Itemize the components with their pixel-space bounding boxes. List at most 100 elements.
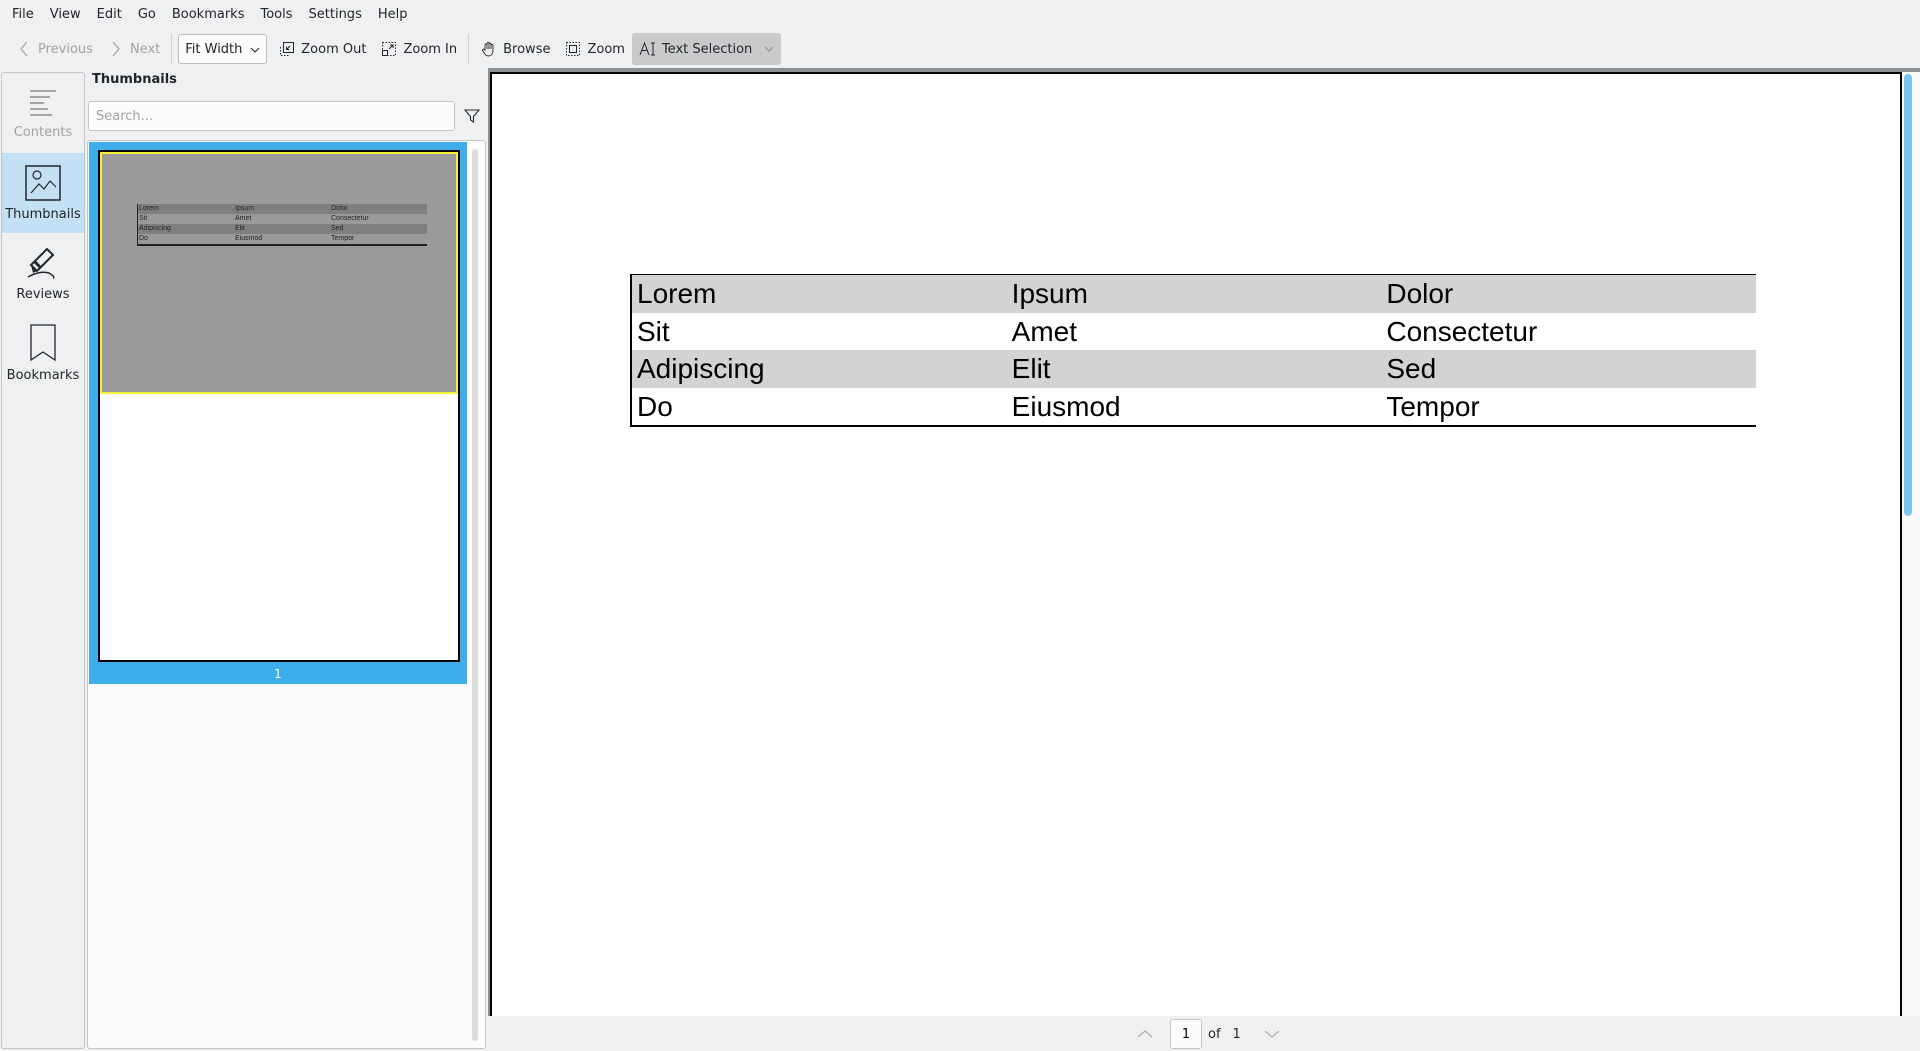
thumbnail-table-row: Adipiscing Elit Sed [138,224,427,234]
next-button[interactable]: Next [100,33,167,65]
thumbnail-search-input[interactable] [88,101,455,131]
hand-icon [480,40,498,58]
chevron-left-icon [15,40,33,58]
zoom-tool-button[interactable]: Zoom [557,33,631,65]
chevron-up-icon [1137,1030,1153,1038]
table-cell: Sit [637,315,670,347]
previous-page-button[interactable] [1132,1021,1158,1047]
document-viewport[interactable]: Lorem Ipsum Dolor Sit Amet Consectetur Adipi… [488,68,1920,1016]
sidebar-item-contents[interactable]: Contents [2,73,84,153]
cell: Eiusmod [235,235,263,242]
cell: Sed [331,225,344,232]
contents-icon [30,89,56,116]
table-cell: Adipiscing [637,353,765,384]
filter-icon[interactable] [464,108,480,124]
thumbnail-page-preview[interactable]: Lorem Ipsum Dolor Sit Amet Consectetur Adipi… [98,150,460,662]
table-row: Adipiscing Elit Sed [632,350,1756,388]
zoom-out-button[interactable]: Zoom Out [271,33,373,65]
chevron-down-icon [250,42,260,57]
cell: Adipiscing [139,225,171,232]
cell: Elit [235,225,245,232]
document-table: Lorem Ipsum Dolor Sit Amet Consectetur Adipi… [630,274,1756,427]
cell: Amet [235,215,252,222]
table-cell: Amet [1011,315,1078,347]
table-row: Do Eiusmod Tempor [632,388,1756,426]
menu-tools[interactable]: Tools [252,0,300,30]
thumbnail-table-row: Sit Amet Consectetur [138,214,427,224]
toolbar-separator [468,34,470,64]
cell: Sit [139,215,148,222]
visible-area-indicator[interactable]: Lorem Ipsum Dolor Sit Amet Consectetur Adipi… [100,152,458,394]
thumbnails-panel: Thumbnails Lorem Ipsum Dolor Sit Amet Consec… [86,68,486,1049]
chevron-right-icon [107,40,125,58]
text-cursor-icon [639,40,657,58]
zoom-in-button[interactable]: Zoom In [373,33,464,65]
zoom-mode-value: Fit Width [185,41,243,57]
document-page: Lorem Ipsum Dolor Sit Amet Consectetur Adipi… [490,72,1902,1016]
cell: Lorem [139,205,159,212]
table-cell: Dolor [1386,278,1454,309]
next-page-button[interactable] [1259,1021,1285,1047]
menu-bar: File View Edit Go Bookmarks Tools Settin… [0,0,1920,30]
zoom-tool-icon [564,40,582,58]
table-cell: Consectetur [1386,315,1538,347]
of-label: of [1208,1026,1221,1042]
toolbar-separator [171,34,173,64]
cell: Do [139,235,148,242]
menu-go[interactable]: Go [130,0,164,30]
menu-help[interactable]: Help [370,0,416,30]
thumbnail-page-number: 1 [274,667,282,681]
panel-title: Thumbnails [92,72,177,87]
total-pages: 1 [1232,1026,1241,1042]
sidebar-item-bookmarks[interactable]: Bookmarks [2,313,84,393]
thumbnail-table-row: Do Eiusmod Tempor [138,234,427,244]
table-cell: Elit [1011,353,1051,384]
menu-edit[interactable]: Edit [89,0,130,30]
table-cell: Tempor [1386,390,1480,422]
previous-label: Previous [38,41,93,57]
text-selection-tool-button[interactable]: Text Selection [631,33,782,65]
sidebar-item-reviews[interactable]: Reviews [2,233,84,313]
sidebar-item-label: Thumbnails [5,206,81,222]
cell: Consectetur [331,215,369,222]
text-selection-label: Text Selection [661,41,753,57]
page-number-input[interactable] [1170,1019,1202,1049]
cell: Ipsum [235,205,255,212]
main-toolbar: Previous Next Fit Width Zoom Out Zoom In… [0,30,1920,68]
table-cell: Do [637,390,673,422]
browse-tool-button[interactable]: Browse [473,33,557,65]
zoom-out-label: Zoom Out [301,41,367,57]
zoom-out-icon [278,40,296,58]
sidebar-item-label: Reviews [16,286,70,302]
bookmarks-icon [30,323,56,361]
side-panel-selector: Contents Thumbnails Reviews Bookmarks [1,72,85,1049]
zoom-in-label: Zoom In [403,41,458,57]
cell: Dolor [331,205,348,212]
document-scrollbar[interactable] [1904,74,1912,516]
table-row: Sit Amet Consectetur [632,313,1756,351]
table-cell: Sed [1386,353,1437,384]
thumbnail-scrollbar[interactable] [472,149,478,1041]
sidebar-item-label: Bookmarks [6,367,80,383]
table-row: Lorem Ipsum Dolor [632,275,1756,313]
thumbnail-table-row: Lorem Ipsum Dolor [138,204,427,214]
reviews-icon [27,247,55,279]
sidebar-item-thumbnails[interactable]: Thumbnails [2,153,84,233]
menu-file[interactable]: File [4,0,42,30]
table-cell: Lorem [637,278,717,309]
table-cell: Ipsum [1011,278,1088,309]
chevron-down-icon[interactable] [764,44,774,55]
thumbnail-item[interactable]: Lorem Ipsum Dolor Sit Amet Consectetur Adipi… [89,142,467,684]
next-label: Next [129,41,161,57]
browse-label: Browse [503,41,551,57]
menu-settings[interactable]: Settings [301,0,370,30]
previous-button[interactable]: Previous [8,33,100,65]
menu-view[interactable]: View [42,0,89,30]
zoom-tool-label: Zoom [587,41,625,57]
zoom-mode-select[interactable]: Fit Width [178,34,268,64]
menu-bookmarks[interactable]: Bookmarks [164,0,253,30]
cell: Tempor [331,235,355,242]
table-cell: Eiusmod [1011,390,1121,422]
thumbnail-table: Lorem Ipsum Dolor Sit Amet Consectetur Adipi… [137,204,427,246]
page-navigation-bar: of 1 [488,1016,1904,1051]
